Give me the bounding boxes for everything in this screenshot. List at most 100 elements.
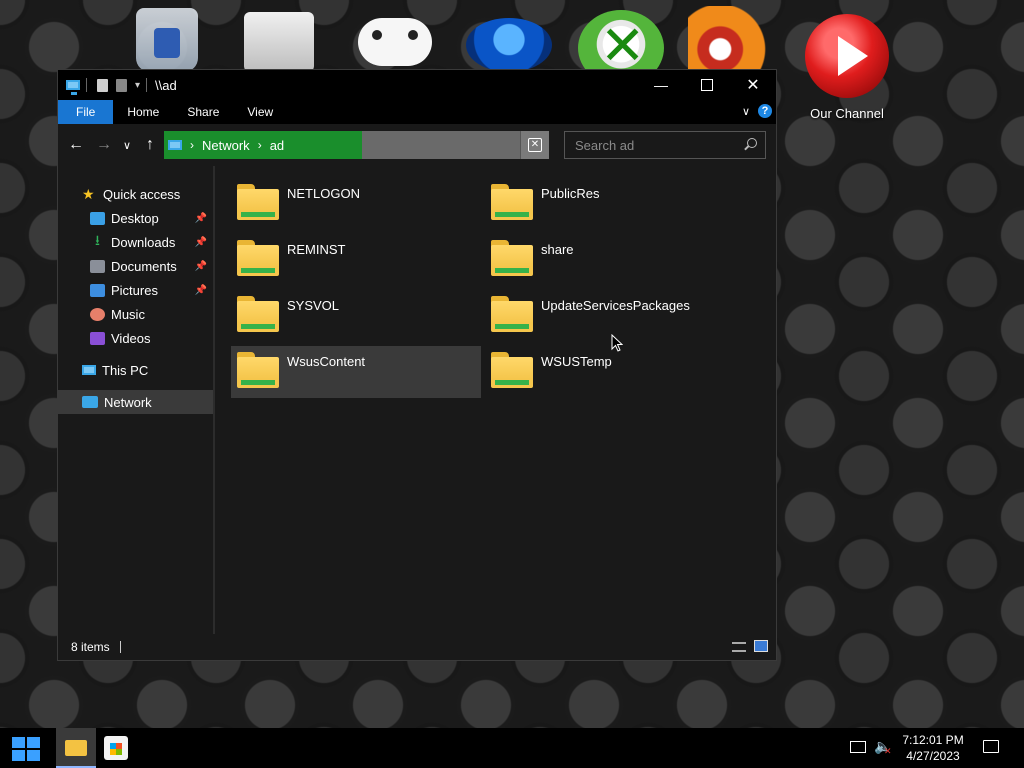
- folders-desktop-icon[interactable]: [230, 0, 330, 80]
- steam-desktop-icon[interactable]: [458, 0, 558, 80]
- folder-icon: [491, 184, 533, 220]
- sidebar-item-label: Quick access: [103, 186, 181, 202]
- folder-share[interactable]: share: [485, 234, 735, 286]
- folder-name: REMINST: [287, 242, 346, 257]
- xbox-desktop-icon[interactable]: [570, 0, 670, 86]
- folder-reminst[interactable]: REMINST: [231, 234, 481, 286]
- folder-name: UpdateServicesPackages: [541, 298, 690, 313]
- bird-logo-desktop-icon[interactable]: [680, 0, 780, 80]
- clock-date: 4/27/2023: [906, 749, 960, 763]
- folder-wsuscontent[interactable]: WsusContent: [231, 346, 481, 398]
- network-tray-icon[interactable]: [850, 741, 866, 753]
- folder-wsustemp[interactable]: WSUSTemp: [485, 346, 735, 398]
- sidebar-item-quick-access[interactable]: ★ Quick access: [58, 182, 213, 206]
- navigation-pane: ★ Quick access Desktop 📌 ⭳ Downloads 📌 D…: [58, 166, 215, 634]
- breadcrumb-ad[interactable]: ad: [270, 138, 284, 153]
- mouse-cursor-icon: [611, 334, 623, 352]
- taskbar: 🔈 ✕ 7:12:01 PM 4/27/2023: [0, 728, 1024, 768]
- forward-button[interactable]: →: [90, 136, 118, 154]
- sidebar-item-documents[interactable]: Documents 📌: [58, 254, 213, 278]
- maximize-button[interactable]: [684, 70, 730, 100]
- network-icon: [82, 396, 98, 408]
- windows-logo-icon: [12, 737, 25, 748]
- taskbar-file-explorer[interactable]: [56, 728, 96, 768]
- window-title: \\ad: [155, 77, 177, 93]
- star-icon: ★: [82, 185, 95, 202]
- recent-locations-button[interactable]: ∨: [118, 139, 136, 152]
- large-icons-view-icon[interactable]: [754, 640, 768, 652]
- file-list: NETLOGON PublicRes REMINST share SYSVOL …: [215, 166, 776, 634]
- sidebar-item-downloads[interactable]: ⭳ Downloads 📌: [58, 230, 213, 254]
- start-button[interactable]: [12, 737, 40, 761]
- properties-icon[interactable]: [97, 78, 108, 92]
- sidebar-item-pictures[interactable]: Pictures 📌: [58, 278, 213, 302]
- folder-name: PublicRes: [541, 186, 600, 201]
- tab-share[interactable]: Share: [173, 100, 233, 124]
- up-button[interactable]: ↑: [136, 136, 164, 154]
- gamepad-icon: [358, 18, 432, 66]
- folder-name: SYSVOL: [287, 298, 340, 313]
- search-box[interactable]: [564, 131, 766, 159]
- our-channel-desktop-icon[interactable]: Our Channel: [800, 8, 894, 126]
- pin-icon: 📌: [194, 236, 207, 248]
- folder-publicres[interactable]: PublicRes: [485, 178, 735, 230]
- folder-sysvol[interactable]: SYSVOL: [231, 290, 481, 342]
- status-bar: 8 items: [58, 634, 776, 660]
- music-icon: [90, 307, 105, 321]
- search-icon[interactable]: [747, 138, 757, 148]
- folder-updateservicespackages[interactable]: UpdateServicesPackages: [485, 290, 735, 342]
- pin-icon: 📌: [194, 212, 207, 224]
- minimize-button[interactable]: —: [638, 70, 684, 100]
- search-input[interactable]: [573, 136, 737, 154]
- clear-address-button[interactable]: ✕: [520, 131, 549, 159]
- clear-icon: ✕: [528, 138, 542, 152]
- close-button[interactable]: ✕: [730, 70, 776, 100]
- system-clock[interactable]: 7:12:01 PM 4/27/2023: [896, 732, 970, 764]
- expand-ribbon-chevron-icon[interactable]: ∨: [742, 105, 750, 118]
- breadcrumb-separator: ›: [190, 138, 194, 152]
- sidebar-item-this-pc[interactable]: This PC: [58, 358, 213, 382]
- navigation-bar: ← → ∨ ↑ › Network › ad ✕: [58, 124, 776, 166]
- notification-center-icon[interactable]: [983, 740, 999, 753]
- taskbar-store[interactable]: [104, 736, 128, 760]
- help-icon[interactable]: ?: [758, 104, 772, 118]
- documents-icon: [90, 259, 105, 273]
- tab-view[interactable]: View: [233, 100, 287, 124]
- sidebar-item-network[interactable]: Network: [58, 390, 213, 414]
- folder-name: share: [541, 242, 574, 257]
- address-bar[interactable]: › Network › ad ✕: [164, 131, 549, 159]
- sidebar-item-label: Network: [104, 394, 152, 410]
- sidebar-item-label: Music: [111, 306, 145, 322]
- maximize-icon: [701, 79, 713, 91]
- content-area: ★ Quick access Desktop 📌 ⭳ Downloads 📌 D…: [58, 166, 776, 634]
- sidebar-item-desktop[interactable]: Desktop 📌: [58, 206, 213, 230]
- sidebar-item-videos[interactable]: Videos: [58, 326, 213, 350]
- title-bar[interactable]: ▾ \\ad — ✕: [58, 70, 776, 100]
- details-view-icon[interactable]: [732, 642, 746, 652]
- ribbon-tabs: File Home Share View ∨ ?: [58, 100, 776, 124]
- pin-icon: 📌: [194, 284, 207, 296]
- download-icon: ⭳: [95, 232, 100, 248]
- videos-icon: [90, 331, 105, 345]
- title-separator: [86, 78, 87, 92]
- back-button[interactable]: ←: [62, 136, 90, 154]
- customize-quick-access-icon[interactable]: ▾: [135, 80, 140, 91]
- xbox-controller-desktop-icon[interactable]: [346, 0, 446, 80]
- status-separator: [119, 641, 121, 653]
- recycle-bin-desktop-icon[interactable]: [118, 0, 218, 80]
- pin-icon: 📌: [194, 260, 207, 272]
- tab-home[interactable]: Home: [113, 100, 173, 124]
- breadcrumb-network[interactable]: Network: [202, 138, 250, 153]
- new-folder-icon[interactable]: [116, 78, 127, 92]
- steam-icon: [466, 18, 552, 72]
- sidebar-item-label: Pictures: [111, 282, 158, 298]
- tab-file[interactable]: File: [58, 100, 114, 124]
- folder-netlogon[interactable]: NETLOGON: [231, 178, 481, 230]
- address-selection[interactable]: › Network › ad: [164, 131, 362, 159]
- muted-icon: ✕: [884, 746, 892, 756]
- folder-icon: [237, 352, 279, 388]
- sidebar-item-music[interactable]: Music: [58, 302, 213, 326]
- desktop-icon: [90, 211, 105, 225]
